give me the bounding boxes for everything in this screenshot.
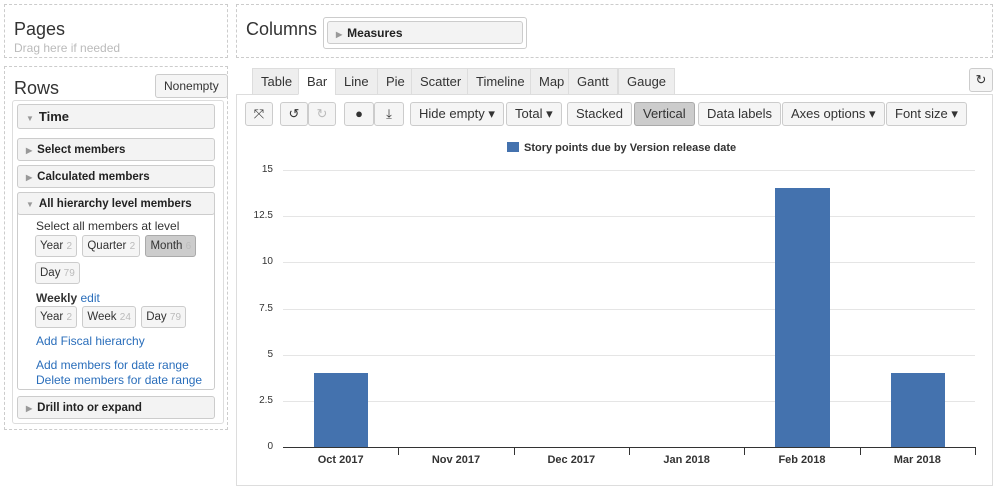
legend-label: Story points due by Version release date bbox=[524, 142, 737, 154]
x-tick-label: Mar 2018 bbox=[893, 454, 941, 466]
caret-down-icon: ▼ bbox=[26, 200, 34, 209]
stacked-button[interactable]: Stacked bbox=[567, 102, 632, 126]
x-tick bbox=[975, 447, 976, 455]
y-tick-label: 15 bbox=[261, 164, 273, 175]
drill-label: Drill into or expand bbox=[37, 402, 142, 414]
select-members-panel[interactable]: ▶ Select members bbox=[17, 138, 215, 161]
download-button[interactable]: ⤓ bbox=[374, 102, 404, 126]
total-dropdown[interactable]: Total ▾ bbox=[506, 102, 562, 126]
time-label: Time bbox=[38, 109, 70, 124]
all-hierarchy-label: All hierarchy level members bbox=[38, 198, 192, 210]
bar[interactable] bbox=[890, 373, 945, 447]
pages-area[interactable]: Pages Drag here if needed bbox=[4, 4, 228, 58]
columns-title: Columns bbox=[246, 19, 318, 39]
measures-panel[interactable]: ▶ Measures bbox=[327, 21, 523, 44]
caret-right-icon: ▶ bbox=[336, 30, 343, 39]
tab-map[interactable]: Map bbox=[530, 68, 574, 95]
calculated-members-label: Calculated members bbox=[37, 171, 150, 183]
caret-down-icon: ▼ bbox=[26, 114, 34, 123]
vertical-button[interactable]: Vertical bbox=[634, 102, 695, 126]
weekly-level-week[interactable]: Week 24 bbox=[82, 306, 136, 328]
x-tick-label: Oct 2017 bbox=[317, 454, 364, 466]
tab-bar[interactable]: Bar bbox=[298, 68, 337, 95]
columns-area[interactable]: Columns ▶ Measures bbox=[236, 4, 993, 58]
tab-table[interactable]: Table bbox=[252, 68, 302, 95]
measures-label: Measures bbox=[347, 26, 403, 40]
gridline bbox=[283, 308, 975, 310]
gridline bbox=[283, 354, 975, 356]
tab-line[interactable]: Line bbox=[335, 68, 378, 95]
x-tick-label: Feb 2018 bbox=[778, 454, 826, 466]
caret-right-icon: ▶ bbox=[26, 404, 33, 413]
drill-panel[interactable]: ▶ Drill into or expand bbox=[17, 396, 215, 419]
redo-icon: ↻ bbox=[316, 106, 328, 121]
tab-pie[interactable]: Pie bbox=[377, 68, 414, 95]
comment-button[interactable]: ● bbox=[344, 102, 374, 126]
undo-button[interactable]: ↺ bbox=[280, 102, 308, 126]
level-day[interactable]: Day 79 bbox=[35, 262, 80, 284]
rows-title: Rows bbox=[14, 78, 60, 98]
caret-right-icon: ▶ bbox=[26, 146, 33, 155]
redo-button[interactable]: ↻ bbox=[308, 102, 336, 126]
y-tick-label: 12.5 bbox=[253, 210, 273, 222]
legend-swatch bbox=[507, 142, 519, 152]
font-size-dropdown[interactable]: Font size ▾ bbox=[886, 102, 967, 126]
refresh-button[interactable]: ↻ bbox=[969, 68, 993, 92]
axes-options-dropdown[interactable]: Axes options ▾ bbox=[782, 102, 885, 126]
x-tick-label: Jan 2018 bbox=[663, 454, 710, 466]
weekly-label: Weekly bbox=[36, 291, 78, 305]
pages-hint: Drag here if needed bbox=[14, 41, 121, 55]
tab-timeline[interactable]: Timeline bbox=[467, 68, 534, 95]
bar[interactable] bbox=[775, 188, 830, 447]
level-quarter[interactable]: Quarter 2 bbox=[82, 235, 141, 257]
refresh-icon: ↻ bbox=[975, 72, 987, 87]
delete-date-range-link[interactable]: Delete members for date range bbox=[36, 373, 202, 387]
y-tick-label: 0 bbox=[267, 441, 273, 452]
tab-gauge[interactable]: Gauge bbox=[618, 68, 676, 95]
expand-icon: ⤧ bbox=[253, 106, 265, 121]
weekly-level-year[interactable]: Year 2 bbox=[35, 306, 78, 328]
weekly-edit-link[interactable]: edit bbox=[80, 291, 99, 305]
data-labels-button[interactable]: Data labels bbox=[698, 102, 782, 126]
y-tick-label: 5 bbox=[267, 348, 273, 360]
x-tick-label: Nov 2017 bbox=[431, 454, 481, 466]
select-all-label: Select all members at level bbox=[36, 219, 180, 233]
tab-scatter[interactable]: Scatter bbox=[411, 68, 471, 95]
y-tick-label: 7.5 bbox=[259, 302, 273, 314]
add-fiscal-link[interactable]: Add Fiscal hierarchy bbox=[36, 334, 145, 348]
fullscreen-button[interactable]: ⤧ bbox=[245, 102, 273, 126]
gridline bbox=[283, 216, 975, 218]
time-dimension[interactable]: ▼ Time bbox=[17, 104, 215, 129]
caret-right-icon: ▶ bbox=[26, 173, 33, 182]
chart-legend[interactable]: Story points due by Version release date bbox=[507, 142, 736, 154]
x-tick-label: Dec 2017 bbox=[547, 454, 596, 466]
nonempty-button[interactable]: Nonempty bbox=[155, 74, 228, 98]
y-tick-label: 10 bbox=[261, 256, 273, 268]
level-year[interactable]: Year 2 bbox=[35, 235, 78, 257]
bar[interactable] bbox=[314, 373, 369, 447]
hide-empty-dropdown[interactable]: Hide empty ▾ bbox=[410, 102, 504, 126]
gridline bbox=[283, 400, 975, 402]
select-members-label: Select members bbox=[37, 144, 126, 156]
pages-title: Pages bbox=[14, 19, 66, 39]
gridline bbox=[283, 170, 975, 171]
level-month[interactable]: Month 6 bbox=[145, 235, 197, 257]
calculated-members-panel[interactable]: ▶ Calculated members bbox=[17, 165, 215, 188]
comment-icon: ● bbox=[355, 106, 363, 121]
add-date-range-link[interactable]: Add members for date range bbox=[36, 358, 189, 372]
y-tick-label: 2.5 bbox=[259, 394, 273, 406]
weekly-level-day[interactable]: Day 79 bbox=[141, 306, 187, 328]
gridline bbox=[283, 262, 975, 264]
tab-gantt[interactable]: Gantt bbox=[568, 68, 618, 95]
all-hierarchy-panel[interactable]: ▼ All hierarchy level members bbox=[17, 192, 215, 215]
undo-icon: ↺ bbox=[288, 106, 300, 121]
download-icon: ⤓ bbox=[386, 106, 392, 121]
